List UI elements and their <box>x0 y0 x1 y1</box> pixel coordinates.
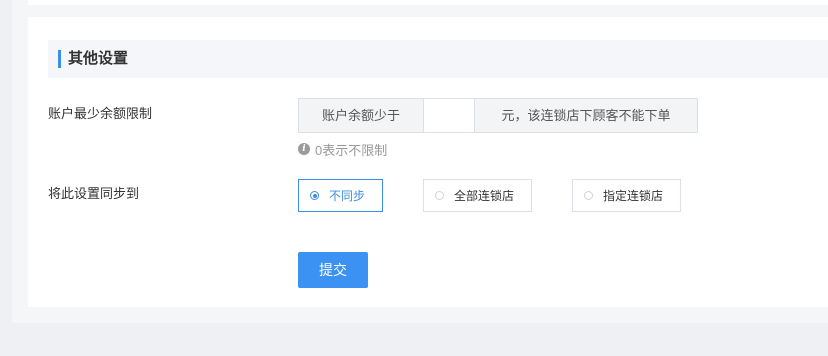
balance-limit-label: 账户最少余额限制 <box>48 106 153 121</box>
info-icon: i <box>298 143 310 155</box>
submit-button[interactable]: 提交 <box>298 252 368 288</box>
sync-option-label: 不同步 <box>329 189 366 203</box>
balance-hint: i 0表示不限制 <box>298 140 387 158</box>
sync-option-label: 指定连锁店 <box>603 189 664 203</box>
radio-unchecked-icon <box>435 191 444 200</box>
section-accent-bar <box>58 50 61 68</box>
radio-unchecked-icon <box>584 191 593 200</box>
sync-option-all-stores[interactable]: 全部连锁店 <box>423 179 532 212</box>
min-balance-input[interactable] <box>423 98 475 133</box>
sync-label: 将此设置同步到 <box>48 186 140 201</box>
section-title: 其他设置 <box>68 50 129 67</box>
balance-hint-text: 0表示不限制 <box>315 142 388 158</box>
sync-option-selected-stores[interactable]: 指定连锁店 <box>572 179 681 212</box>
previous-card-edge <box>28 0 828 5</box>
sync-option-label: 全部连锁店 <box>454 189 515 203</box>
balance-prefix-addon: 账户余额少于 <box>298 98 424 133</box>
radio-checked-icon <box>310 191 319 200</box>
balance-suffix-addon: 元，该连锁店下顾客不能下单 <box>474 98 698 133</box>
section-header <box>48 40 828 78</box>
sync-option-none[interactable]: 不同步 <box>298 179 383 212</box>
